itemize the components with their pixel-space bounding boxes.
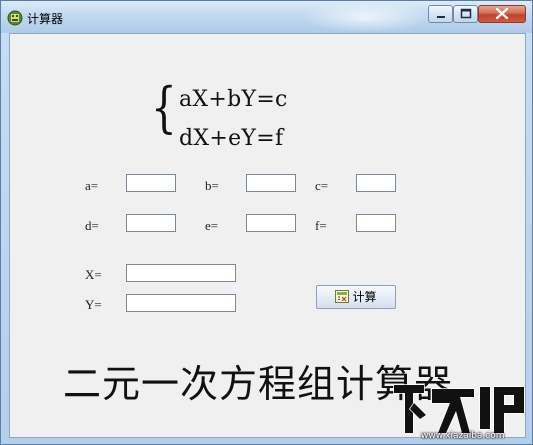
close-icon <box>495 7 509 20</box>
title-bar[interactable]: 计算器 <box>1 1 532 33</box>
label-b: b= <box>205 178 219 193</box>
label-d: d= <box>85 218 99 233</box>
label-a: a= <box>85 178 99 193</box>
input-c[interactable] <box>356 174 396 192</box>
maximize-button[interactable] <box>453 5 478 23</box>
calculate-button-label: 计算 <box>352 290 377 304</box>
input-d[interactable] <box>126 214 176 232</box>
equation-brace: { <box>151 76 177 139</box>
minimize-icon <box>437 16 445 18</box>
calculator-icon <box>335 290 350 303</box>
label-c: c= <box>315 178 329 193</box>
input-b[interactable] <box>246 174 296 192</box>
label-e: e= <box>205 218 219 233</box>
input-e[interactable] <box>246 214 296 232</box>
close-button[interactable] <box>478 5 526 23</box>
equation-line-1: aX+bY=c <box>179 87 288 112</box>
window-title: 计算器 <box>27 12 64 26</box>
app-icon <box>7 10 23 26</box>
app-window: 计算器 { aX+bY=c dX+eY=f a= b= c= d= e= f= <box>0 0 533 445</box>
equation-line-2: dX+eY=f <box>179 126 284 151</box>
title-bar-glow <box>301 1 431 33</box>
label-y: Y= <box>85 297 102 312</box>
label-x: X= <box>85 267 102 282</box>
calculate-button[interactable]: 计算 <box>316 285 396 309</box>
maximize-icon <box>460 8 472 19</box>
watermark-url: www.xiazaiba.com <box>421 431 505 441</box>
output-y[interactable] <box>126 294 236 312</box>
label-f: f= <box>315 218 327 233</box>
minimize-button[interactable] <box>428 5 453 23</box>
input-a[interactable] <box>126 174 176 192</box>
input-f[interactable] <box>356 214 396 232</box>
output-x[interactable] <box>126 264 236 282</box>
